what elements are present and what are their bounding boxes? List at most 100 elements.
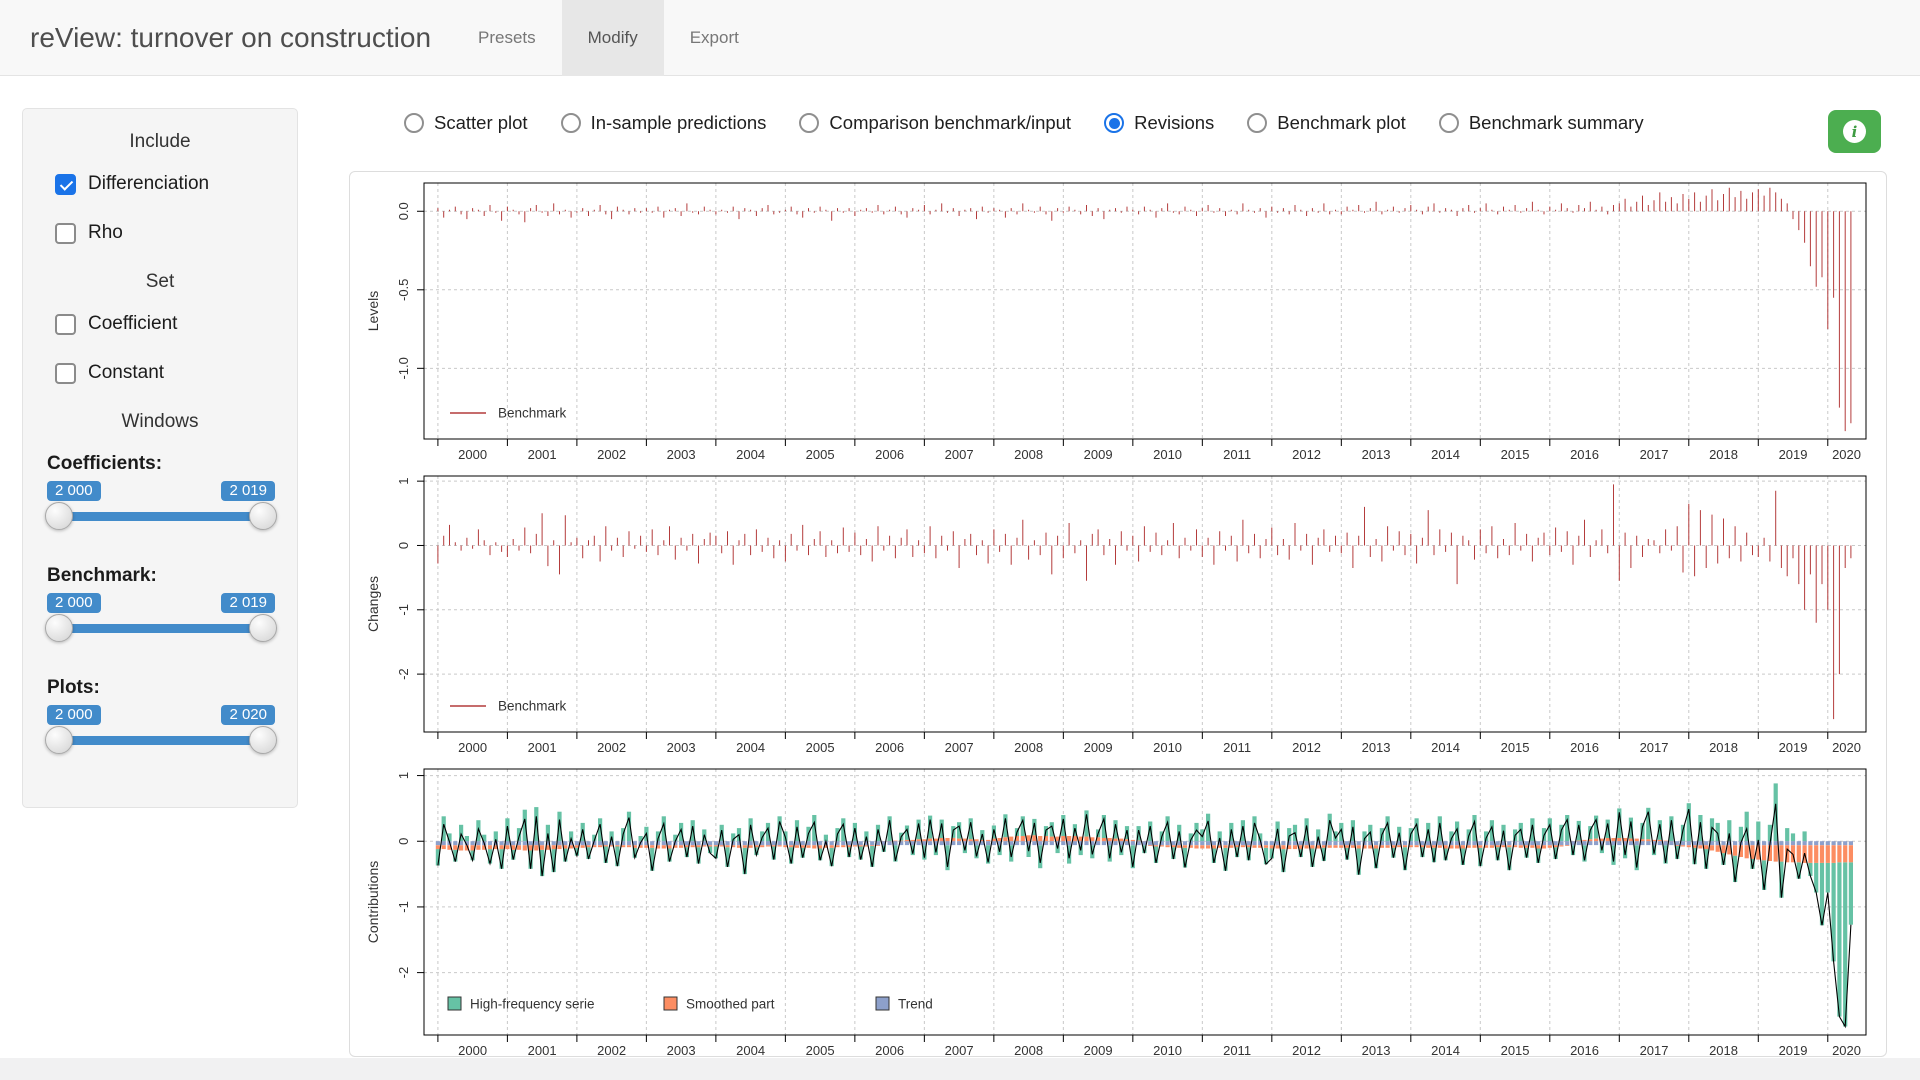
checkbox-box-constant[interactable] — [55, 363, 76, 384]
slider-plots-track[interactable] — [53, 736, 269, 745]
svg-text:2015: 2015 — [1501, 447, 1530, 462]
svg-text:2007: 2007 — [945, 740, 974, 755]
radio-in-sample-predictions[interactable]: In-sample predictions — [561, 112, 767, 134]
svg-text:2019: 2019 — [1779, 1043, 1808, 1058]
svg-text:Contributions: Contributions — [365, 861, 381, 944]
svg-text:2000: 2000 — [458, 1043, 487, 1058]
svg-text:2008: 2008 — [1014, 740, 1043, 755]
app-title: reView: turnover on construction — [30, 0, 431, 76]
checkbox-label-constant: Constant — [88, 362, 164, 384]
slider-plots[interactable]: 2 000 2 020 — [51, 705, 271, 763]
svg-text:2009: 2009 — [1084, 1043, 1113, 1058]
svg-text:2012: 2012 — [1292, 740, 1321, 755]
checkbox-box-coefficient[interactable] — [55, 314, 76, 335]
slider-benchmark-track[interactable] — [53, 624, 269, 633]
svg-text:2009: 2009 — [1084, 447, 1113, 462]
slider-coefficients-handle-from[interactable] — [45, 502, 73, 530]
svg-text:2016: 2016 — [1570, 1043, 1599, 1058]
radio-comparison-benchmark-input[interactable]: Comparison benchmark/input — [799, 112, 1071, 134]
radio-circle-benchmark-plot[interactable] — [1247, 113, 1267, 133]
svg-text:Trend: Trend — [898, 997, 933, 1012]
svg-text:2001: 2001 — [528, 740, 557, 755]
svg-text:2009: 2009 — [1084, 740, 1113, 755]
slider-plots-to-label: 2 020 — [221, 705, 275, 725]
checkbox-differenciation[interactable]: Differenciation — [55, 173, 279, 195]
svg-text:2012: 2012 — [1292, 1043, 1321, 1058]
svg-text:2002: 2002 — [597, 447, 626, 462]
svg-text:Levels: Levels — [365, 291, 381, 331]
svg-text:2005: 2005 — [806, 740, 835, 755]
revisions-plot-card: Benchmark2000200120022003200420052006200… — [349, 171, 1887, 1057]
radio-circle-benchmark-summary[interactable] — [1439, 113, 1459, 133]
svg-text:2000: 2000 — [458, 447, 487, 462]
page-footer-strip — [0, 1058, 1920, 1080]
set-heading: Set — [41, 271, 279, 293]
svg-text:2019: 2019 — [1779, 447, 1808, 462]
radio-benchmark-plot[interactable]: Benchmark plot — [1247, 112, 1406, 134]
svg-text:2007: 2007 — [945, 1043, 974, 1058]
tab-presets[interactable]: Presets — [452, 0, 562, 76]
svg-text:2011: 2011 — [1223, 740, 1251, 755]
slider-group-plots: Plots: 2 000 2 020 — [43, 677, 279, 763]
svg-text:2007: 2007 — [945, 447, 974, 462]
slider-benchmark-handle-from[interactable] — [45, 614, 73, 642]
checkbox-coefficient[interactable]: Coefficient — [55, 313, 279, 335]
svg-text:2002: 2002 — [597, 1043, 626, 1058]
radio-circle-comparison-benchmark-input[interactable] — [799, 113, 819, 133]
changes-revisions-chart: Benchmark2000200120022003200420052006200… — [362, 470, 1874, 763]
slider-benchmark-to-label: 2 019 — [221, 593, 275, 613]
svg-text:2013: 2013 — [1362, 447, 1391, 462]
radio-circle-in-sample-predictions[interactable] — [561, 113, 581, 133]
slider-coefficients-from-label: 2 000 — [47, 481, 101, 501]
svg-text:2015: 2015 — [1501, 740, 1530, 755]
svg-text:2013: 2013 — [1362, 1043, 1391, 1058]
svg-text:2018: 2018 — [1709, 1043, 1738, 1058]
checkbox-rho[interactable]: Rho — [55, 222, 279, 244]
checkbox-label-coefficient: Coefficient — [88, 313, 177, 335]
svg-text:2005: 2005 — [806, 1043, 835, 1058]
slider-benchmark-from-label: 2 000 — [47, 593, 101, 613]
sidebar-panel: Include Differenciation Rho Set Coeffici… — [22, 108, 298, 808]
navbar: reView: turnover on construction Presets… — [0, 0, 1920, 76]
checkbox-box-rho[interactable] — [55, 223, 76, 244]
slider-coefficients-handle-to[interactable] — [249, 502, 277, 530]
slider-coefficients[interactable]: 2 000 2 019 — [51, 481, 271, 539]
tab-export[interactable]: Export — [664, 0, 765, 76]
svg-text:2006: 2006 — [875, 1043, 904, 1058]
svg-text:2011: 2011 — [1223, 1043, 1251, 1058]
checkbox-label-rho: Rho — [88, 222, 123, 244]
checkbox-constant[interactable]: Constant — [55, 362, 279, 384]
svg-text:-1.0: -1.0 — [396, 357, 411, 379]
svg-text:2010: 2010 — [1153, 740, 1182, 755]
nav-tabs: Presets Modify Export — [452, 0, 765, 76]
svg-text:2017: 2017 — [1640, 447, 1669, 462]
slider-title-coefficients: Coefficients: — [47, 453, 279, 475]
svg-text:2010: 2010 — [1153, 1043, 1182, 1058]
svg-text:2020: 2020 — [1832, 740, 1861, 755]
radio-scatter-plot[interactable]: Scatter plot — [404, 112, 528, 134]
radio-circle-revisions[interactable] — [1104, 113, 1124, 133]
svg-text:2003: 2003 — [667, 447, 696, 462]
slider-plots-handle-from[interactable] — [45, 726, 73, 754]
radio-label-revisions: Revisions — [1134, 112, 1214, 134]
svg-text:Benchmark: Benchmark — [498, 699, 567, 714]
radio-benchmark-summary[interactable]: Benchmark summary — [1439, 112, 1644, 134]
svg-text:2014: 2014 — [1431, 740, 1460, 755]
radio-circle-scatter-plot[interactable] — [404, 113, 424, 133]
info-button[interactable]: i — [1828, 110, 1881, 153]
checkbox-box-differenciation[interactable] — [55, 174, 76, 195]
contributions-chart: High-frequency serie Smoothed part Trend 20… — [362, 763, 1874, 1066]
slider-benchmark[interactable]: 2 000 2 019 — [51, 593, 271, 651]
slider-benchmark-handle-to[interactable] — [249, 614, 277, 642]
slider-plots-handle-to[interactable] — [249, 726, 277, 754]
svg-text:0.0: 0.0 — [396, 202, 411, 220]
plot-type-radio-group: Scatter plot In-sample predictions Compa… — [404, 100, 1644, 146]
radio-revisions[interactable]: Revisions — [1104, 112, 1214, 134]
svg-text:2002: 2002 — [597, 740, 626, 755]
tab-modify[interactable]: Modify — [562, 0, 664, 76]
svg-text:2013: 2013 — [1362, 740, 1391, 755]
svg-text:Smoothed part: Smoothed part — [686, 997, 775, 1012]
slider-coefficients-track[interactable] — [53, 512, 269, 521]
svg-text:High-frequency serie: High-frequency serie — [470, 997, 595, 1012]
svg-text:2008: 2008 — [1014, 447, 1043, 462]
